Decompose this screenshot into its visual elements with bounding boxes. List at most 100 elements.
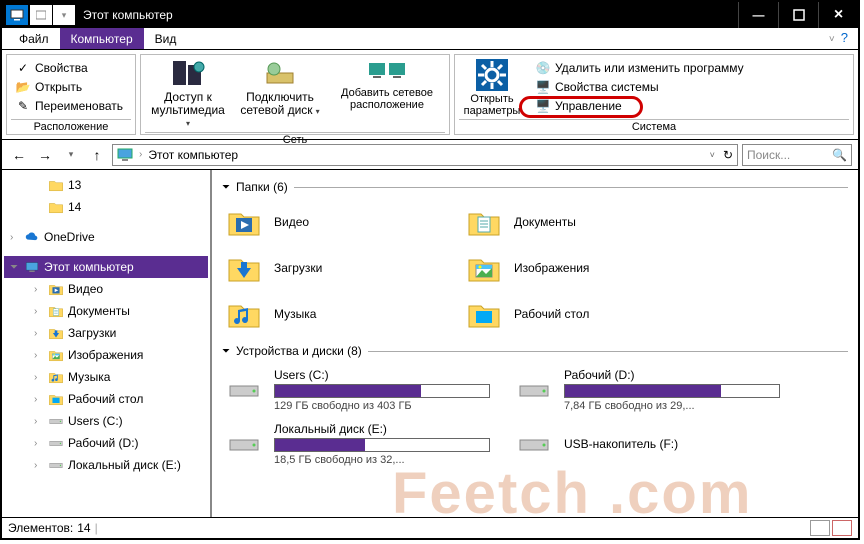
folder-item[interactable]: Загрузки bbox=[222, 248, 442, 288]
drive-icon bbox=[224, 426, 264, 462]
chevron-down-icon: ⏷ bbox=[222, 182, 230, 193]
doc-icon bbox=[48, 303, 64, 319]
forward-button[interactable]: → bbox=[34, 144, 56, 166]
tree-label: Этот компьютер bbox=[44, 260, 134, 274]
monitor-icon: 🖥️ bbox=[535, 79, 551, 95]
media-access-button[interactable]: Доступ к мультимедиа ▾ bbox=[148, 57, 228, 130]
address-box[interactable]: › Этот компьютер ˅ ↻ bbox=[112, 144, 738, 166]
expander-icon[interactable]: ⏷ bbox=[10, 262, 20, 273]
tree-item[interactable]: ›Видео bbox=[4, 278, 208, 300]
folder-item[interactable]: Музыка bbox=[222, 294, 442, 334]
breadcrumb[interactable]: Этот компьютер bbox=[148, 148, 238, 162]
view-details-button[interactable] bbox=[810, 520, 830, 536]
search-placeholder: Поиск... bbox=[747, 148, 790, 162]
tree-label: 14 bbox=[68, 200, 81, 214]
qat-button[interactable]: ▾ bbox=[53, 5, 75, 25]
ribbon: ✓Свойства 📂Открыть ✎Переименовать Распол… bbox=[2, 50, 858, 140]
folder-item[interactable]: Рабочий стол bbox=[462, 294, 682, 334]
chevron-down-icon[interactable]: ˅ bbox=[710, 150, 715, 160]
drive-icon bbox=[514, 426, 554, 462]
down-icon bbox=[224, 250, 264, 286]
tab-view[interactable]: Вид bbox=[144, 28, 188, 49]
drive-icon bbox=[514, 372, 554, 408]
view-icons-button[interactable] bbox=[832, 520, 852, 536]
maximize-button[interactable] bbox=[778, 2, 818, 28]
uninstall-button[interactable]: 💿Удалить или изменить программу bbox=[533, 59, 746, 77]
group-location: ✓Свойства 📂Открыть ✎Переименовать Распол… bbox=[6, 54, 136, 135]
folder-item[interactable]: Изображения bbox=[462, 248, 682, 288]
drive-capacity-bar bbox=[564, 384, 780, 398]
tree-label: Видео bbox=[68, 282, 103, 296]
drive-icon bbox=[48, 457, 64, 473]
close-button[interactable]: × bbox=[818, 2, 858, 28]
system-properties-button[interactable]: 🖥️Свойства системы bbox=[533, 78, 746, 96]
tree-item[interactable]: ›Users (C:) bbox=[4, 410, 208, 432]
tree-item[interactable]: ›Локальный диск (E:) bbox=[4, 454, 208, 476]
tree-item[interactable]: ›Загрузки bbox=[4, 322, 208, 344]
cloud-icon bbox=[24, 229, 40, 245]
tree-item[interactable]: ›Документы bbox=[4, 300, 208, 322]
gear-icon bbox=[476, 59, 508, 91]
navigation-tree[interactable]: 1314›OneDrive⏷Этот компьютер›Видео›Докум… bbox=[2, 170, 212, 517]
folder-grid: Видео Документы Загрузки Изображения Музыка Р… bbox=[222, 202, 848, 334]
drive-item[interactable]: Users (C:)129 ГБ свободно из 403 ГБ bbox=[222, 366, 492, 414]
monitors-icon bbox=[367, 59, 407, 85]
explorer-window: ▾ Этот компьютер — × Файл Компьютер Вид … bbox=[0, 0, 860, 540]
folder-item[interactable]: Документы bbox=[462, 202, 682, 242]
drive-net-icon bbox=[263, 59, 297, 89]
tab-computer[interactable]: Компьютер bbox=[60, 28, 144, 49]
main-pane[interactable]: ⏷ Папки (6) Видео Документы Загрузки Изобра… bbox=[212, 170, 858, 517]
add-network-button[interactable]: Добавить сетевое расположение bbox=[332, 57, 442, 111]
tree-item[interactable]: ›Музыка bbox=[4, 366, 208, 388]
drive-item[interactable]: Локальный диск (E:)18,5 ГБ свободно из 3… bbox=[222, 420, 492, 468]
search-input[interactable]: Поиск... 🔍 bbox=[742, 144, 852, 166]
section-title: Папки (6) bbox=[236, 180, 288, 194]
desk-icon bbox=[464, 296, 504, 332]
title-bar: ▾ Этот компьютер — × bbox=[2, 2, 858, 28]
tree-item[interactable]: ›Рабочий (D:) bbox=[4, 432, 208, 454]
drive-free-text: 7,84 ГБ свободно из 29,... bbox=[564, 400, 780, 412]
open-settings-button[interactable]: Открыть параметры bbox=[459, 57, 525, 117]
tree-item[interactable]: ›OneDrive bbox=[4, 226, 208, 248]
expander-icon[interactable]: › bbox=[10, 232, 20, 243]
img-icon bbox=[48, 347, 64, 363]
tree-item[interactable]: ›Рабочий стол bbox=[4, 388, 208, 410]
section-drives[interactable]: ⏷ Устройства и диски (8) bbox=[222, 344, 848, 358]
up-button[interactable]: ↑ bbox=[86, 144, 108, 166]
tree-item[interactable]: 13 bbox=[4, 174, 208, 196]
tree-item[interactable]: 14 bbox=[4, 196, 208, 218]
section-folders[interactable]: ⏷ Папки (6) bbox=[222, 180, 848, 194]
tree-item[interactable]: ⏷ Этот компьютер bbox=[4, 256, 208, 278]
drive-item[interactable]: USB-накопитель (F:) bbox=[512, 420, 782, 468]
help-icon[interactable]: ? bbox=[829, 30, 848, 45]
rename-button[interactable]: ✎Переименовать bbox=[13, 97, 125, 115]
rename-icon: ✎ bbox=[15, 98, 31, 114]
drive-icon bbox=[224, 372, 264, 408]
folder-label: Документы bbox=[514, 215, 576, 229]
map-drive-button[interactable]: Подключить сетевой диск ▾ bbox=[240, 57, 320, 118]
folder-label: Рабочий стол bbox=[514, 307, 589, 321]
group-label: Система bbox=[459, 119, 849, 133]
checkmark-icon: ✓ bbox=[15, 60, 31, 76]
folder-icon bbox=[48, 199, 64, 215]
drive-grid: Users (C:)129 ГБ свободно из 403 ГБ Рабоч… bbox=[222, 366, 848, 468]
status-bar: Элементов: 14 | bbox=[2, 518, 858, 538]
drive-free-text: 18,5 ГБ свободно из 32,... bbox=[274, 454, 490, 466]
qat-button[interactable] bbox=[30, 5, 52, 25]
folder-icon bbox=[48, 177, 64, 193]
drive-item[interactable]: Рабочий (D:) 7,84 ГБ свободно из 29,... bbox=[512, 366, 782, 414]
manage-button[interactable]: 🖥️Управление bbox=[533, 97, 746, 115]
minimize-button[interactable]: — bbox=[738, 2, 778, 28]
refresh-icon[interactable]: ↻ bbox=[723, 148, 733, 162]
tree-item[interactable]: ›Изображения bbox=[4, 344, 208, 366]
open-button[interactable]: 📂Открыть bbox=[13, 78, 125, 96]
properties-button[interactable]: ✓Свойства bbox=[13, 59, 125, 77]
quick-access-toolbar: ▾ bbox=[30, 5, 75, 25]
history-button[interactable]: ▾ bbox=[60, 144, 82, 166]
drive-capacity-bar bbox=[274, 384, 490, 398]
drive-label: Рабочий (D:) bbox=[564, 368, 780, 382]
tab-file[interactable]: Файл bbox=[8, 28, 60, 49]
folder-item[interactable]: Видео bbox=[222, 202, 442, 242]
tree-label: Изображения bbox=[68, 348, 143, 362]
back-button[interactable]: ← bbox=[8, 144, 30, 166]
